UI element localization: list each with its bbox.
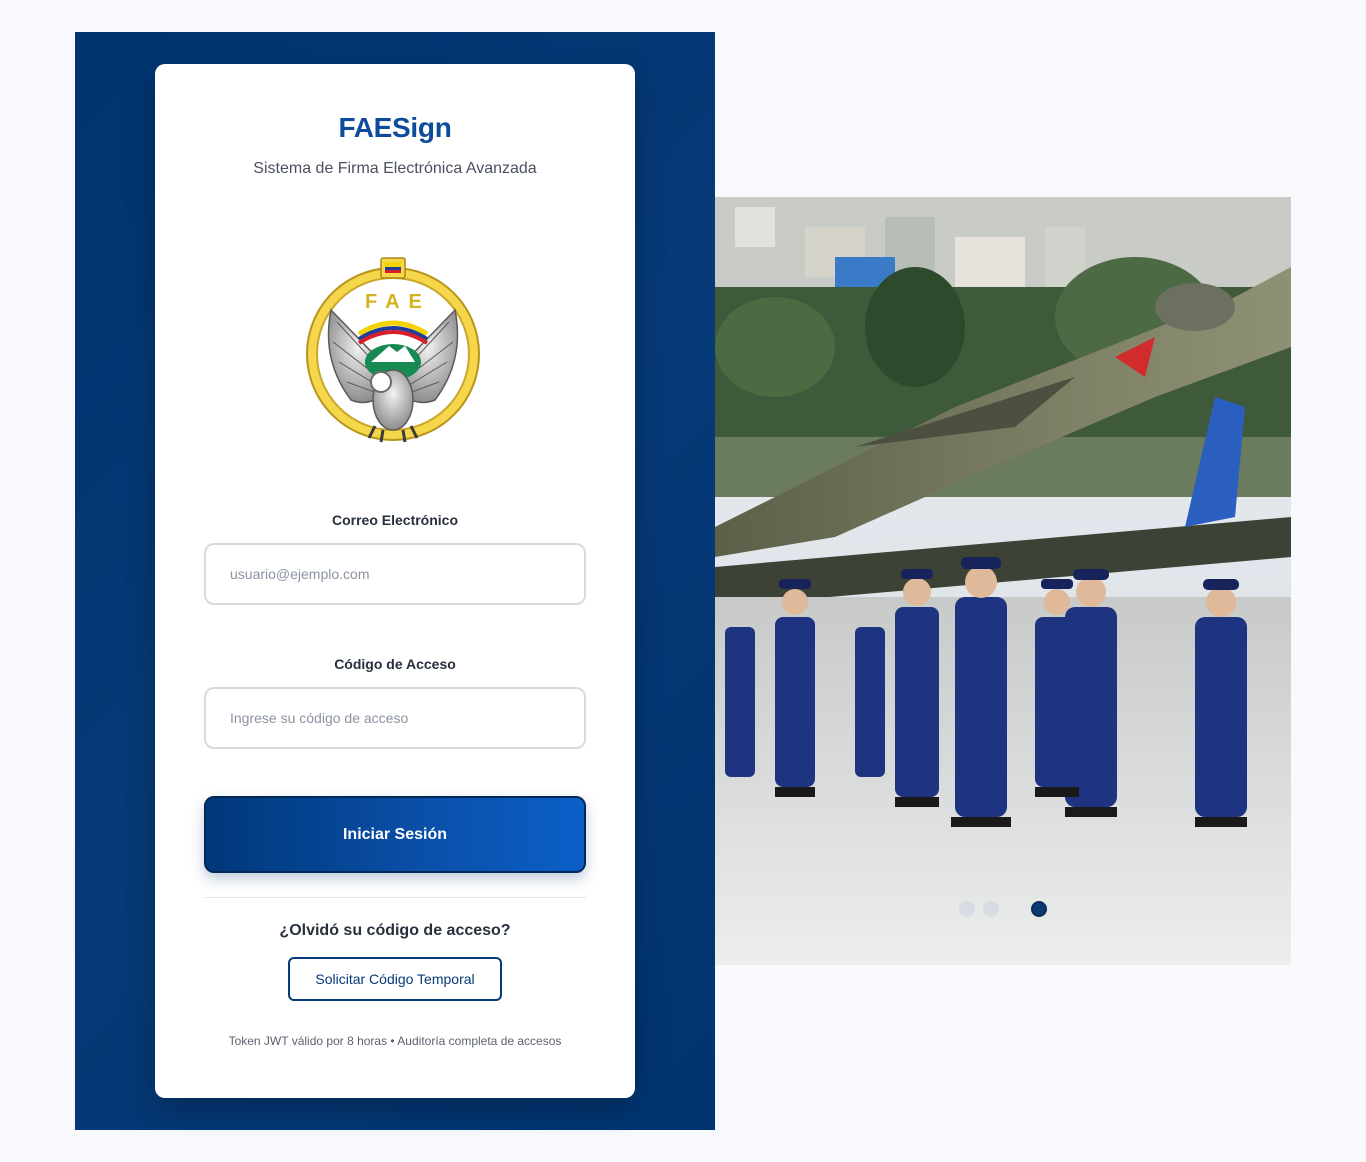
carousel-image xyxy=(715,197,1291,965)
email-field[interactable] xyxy=(204,543,586,605)
carousel-indicators xyxy=(715,901,1291,919)
fae-emblem-logo: FAE xyxy=(301,250,485,450)
carousel-dot-2[interactable] xyxy=(983,901,999,917)
login-card: FAESign Sistema de Firma Electrónica Ava… xyxy=(155,64,635,1098)
divider xyxy=(204,897,586,898)
forgot-code-prompt: ¿Olvidó su código de acceso? xyxy=(279,922,511,939)
carousel-dot-1[interactable] xyxy=(959,901,975,917)
security-note: Token JWT válido por 8 horas • Auditoría… xyxy=(228,1034,562,1048)
emblem-text: FAE xyxy=(365,291,431,313)
access-code-label: Código de Acceso xyxy=(334,656,456,672)
military-parade-photo-icon xyxy=(715,197,1291,965)
carousel-dot-3-active[interactable] xyxy=(1031,901,1047,917)
app-subtitle: Sistema de Firma Electrónica Avanzada xyxy=(253,160,537,177)
email-label: Correo Electrónico xyxy=(331,512,459,528)
access-code-field[interactable] xyxy=(204,687,586,749)
login-panel: FAESign Sistema de Firma Electrónica Ava… xyxy=(75,32,715,1130)
login-button[interactable]: Iniciar Sesión xyxy=(204,796,586,873)
app-title: FAESign xyxy=(338,112,452,143)
request-temp-code-button[interactable]: Solicitar Código Temporal xyxy=(288,957,502,1001)
